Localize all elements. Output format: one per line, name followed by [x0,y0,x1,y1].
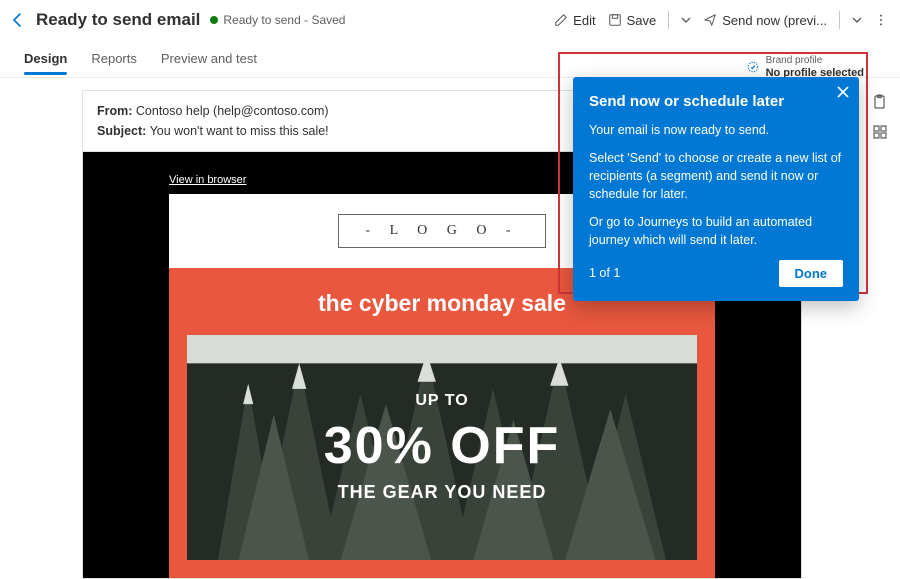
status-text: Ready to send - Saved [223,13,345,27]
header: Ready to send email Ready to send - Save… [0,0,900,40]
divider [839,11,840,29]
up-to-text: UP TO [415,392,468,410]
grid-icon[interactable] [870,122,890,142]
tip-footer: 1 of 1 Done [589,260,843,287]
tip-line1: Your email is now ready to send. [589,121,843,139]
save-label: Save [627,13,657,28]
teaching-tip: Send now or schedule later Your email is… [573,77,859,301]
save-dropdown[interactable] [681,15,691,25]
tab-design[interactable]: Design [24,43,67,74]
brand-label: Brand profile [766,55,864,67]
status-dot-icon [210,16,218,24]
tip-line2: Select 'Send' to choose or create a new … [589,149,843,203]
send-label: Send now (previ... [722,13,827,28]
tip-line3: Or go to Journeys to build an automated … [589,213,843,249]
from-value: Contoso help (help@contoso.com) [136,104,329,118]
send-now-button[interactable]: Send now (previ... [703,13,827,28]
gear-line-text: THE GEAR YOU NEED [338,482,547,503]
percent-off-text: 30% OFF [324,416,561,476]
edit-button[interactable]: Edit [554,13,595,28]
chevron-down-icon [681,15,691,25]
pencil-icon [554,13,568,27]
clipboard-icon[interactable] [870,92,890,112]
header-left: Ready to send email Ready to send - Save… [10,10,345,30]
close-button[interactable] [837,85,849,103]
save-icon [608,13,622,27]
logo-placeholder: - L O G O - [338,214,545,248]
right-toolbar [870,92,890,142]
send-icon [703,13,717,27]
gear-badge-icon [746,60,760,74]
edit-label: Edit [573,13,595,28]
back-arrow[interactable] [10,12,26,28]
chevron-down-icon [852,15,862,25]
subject-label: Subject: [97,124,146,138]
done-button[interactable]: Done [779,260,844,287]
more-vertical-icon [874,13,888,27]
close-icon [837,86,849,98]
send-dropdown[interactable] [852,15,862,25]
header-actions: Edit Save Send now (previ... [554,11,888,29]
page-title: Ready to send email [36,10,200,30]
tab-preview[interactable]: Preview and test [161,43,257,74]
hero-image: UP TO 30% OFF THE GEAR YOU NEED [187,335,697,560]
divider [668,11,669,29]
tab-reports[interactable]: Reports [91,43,137,74]
from-label: From: [97,104,132,118]
save-button[interactable]: Save [608,13,657,28]
tip-title: Send now or schedule later [589,91,843,113]
subject-value: You won't want to miss this sale! [150,124,329,138]
brand-profile-chip[interactable]: Brand profile No profile selected [746,55,864,79]
more-menu[interactable] [874,13,888,27]
hero-band: the cyber monday sale [169,268,715,578]
tip-progress: 1 of 1 [589,264,620,282]
status-pill: Ready to send - Saved [210,13,345,27]
